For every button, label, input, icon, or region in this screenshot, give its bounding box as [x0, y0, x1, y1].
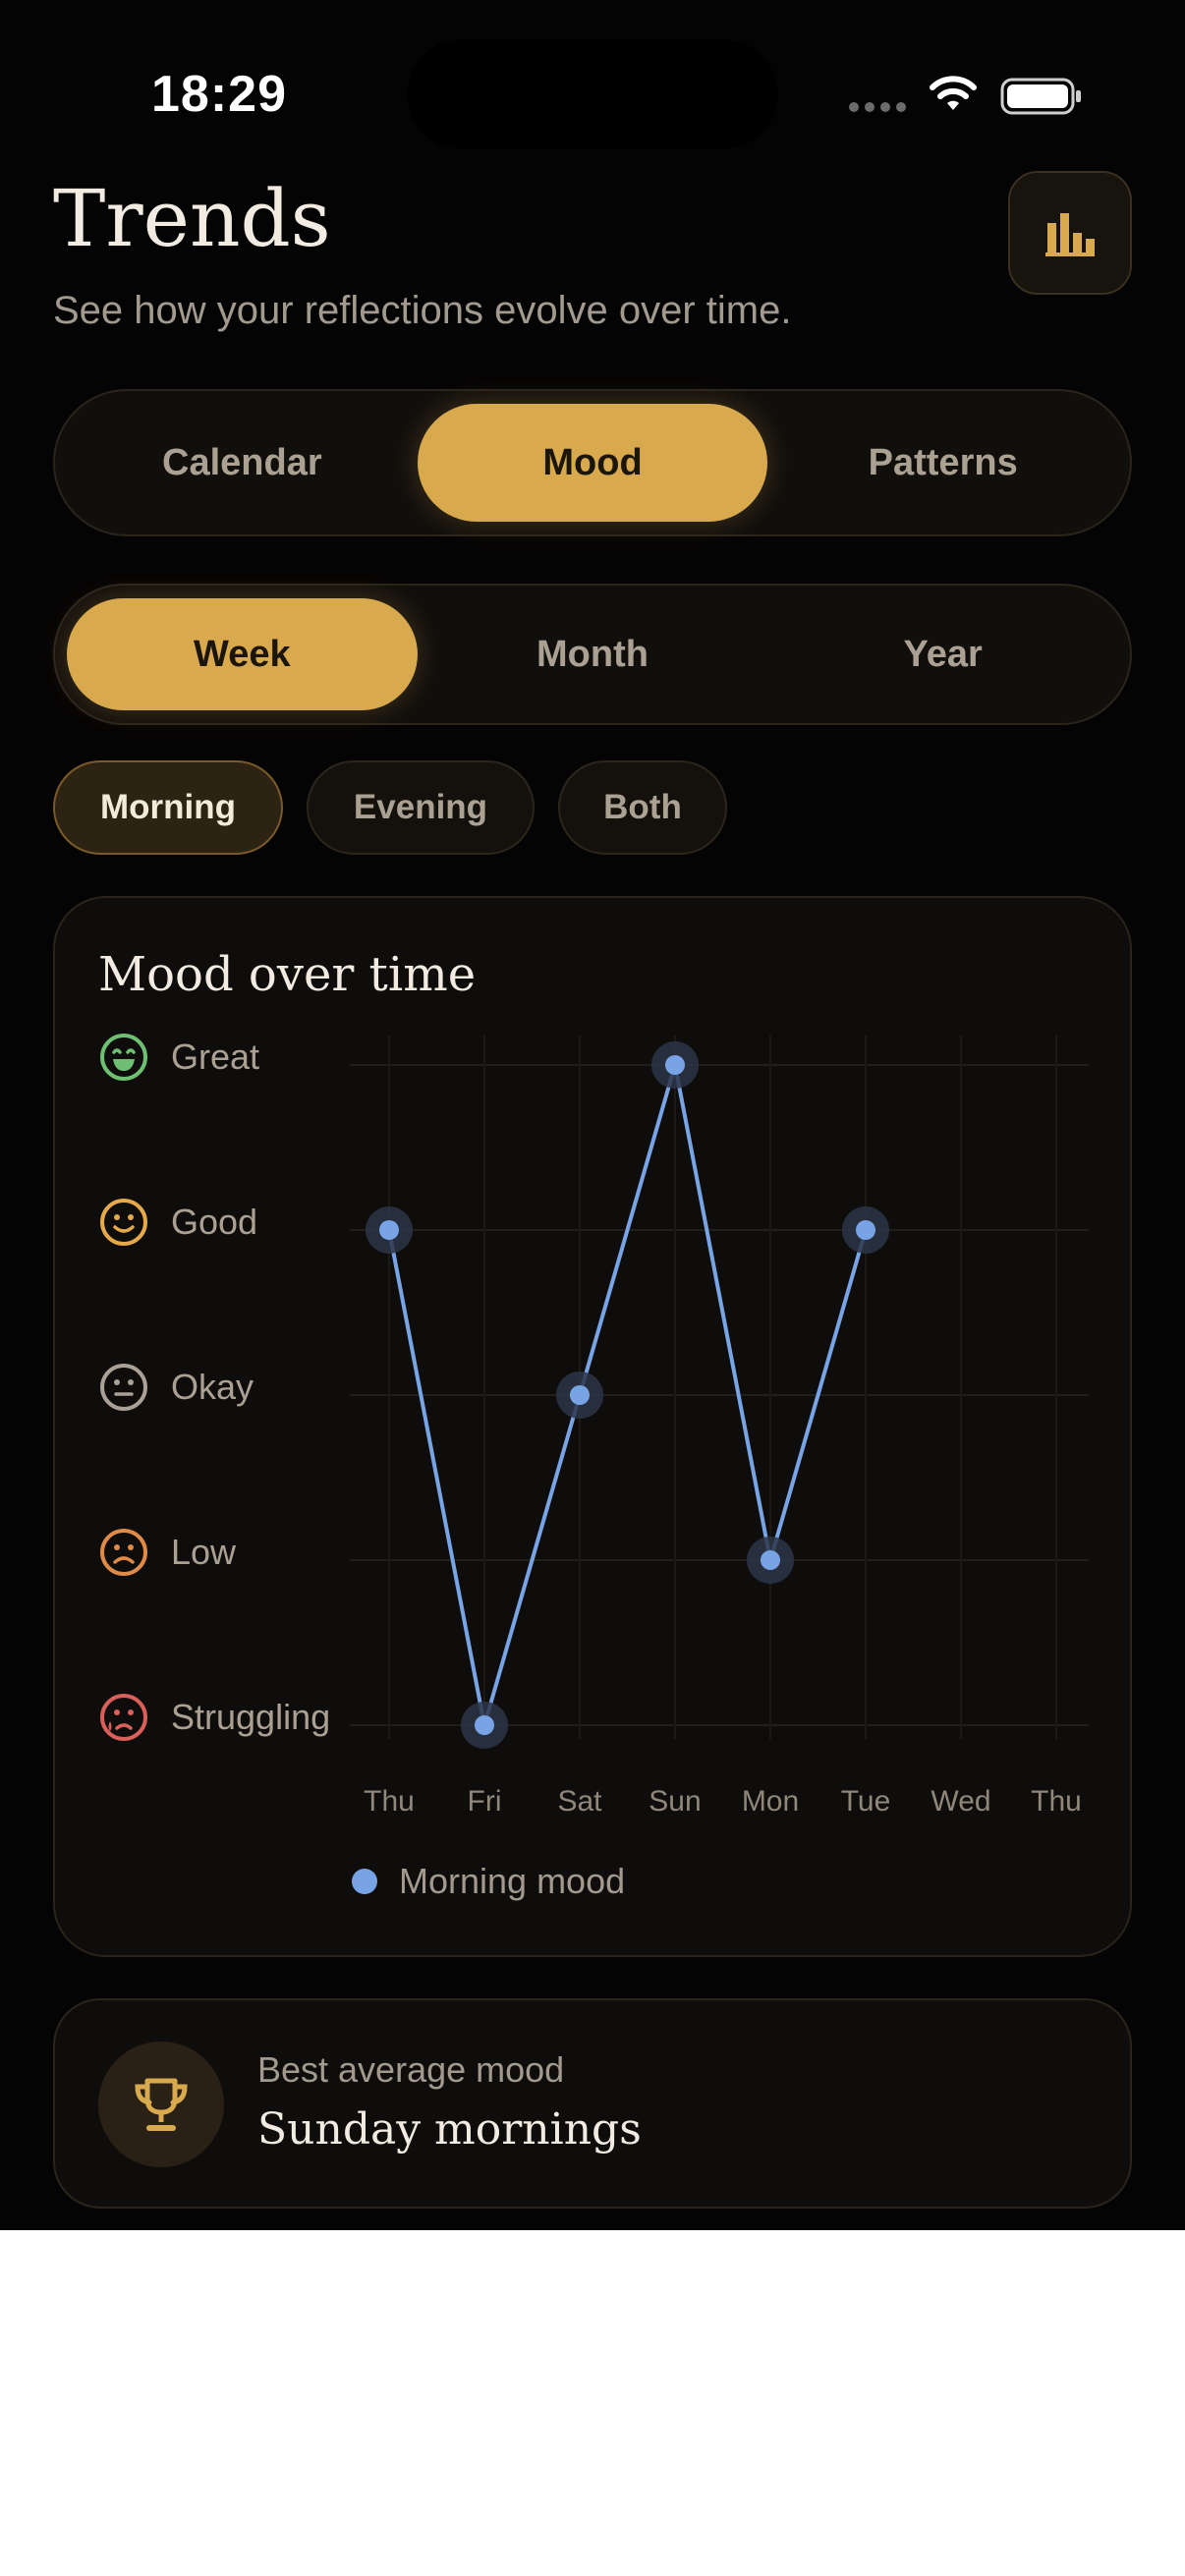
bar-chart-icon [1045, 213, 1095, 256]
x-tick-label: Fri [468, 1785, 502, 1818]
chip-morning[interactable]: Morning [53, 760, 283, 855]
mood-line-chart: Thu Fri Sat Sun Mon Tue Wed Thu [350, 1036, 1089, 1818]
x-tick-label: Mon [742, 1785, 799, 1818]
insight-value: Sunday mornings [257, 2104, 642, 2155]
stats-button[interactable] [1008, 171, 1132, 295]
x-tick-label: Wed [931, 1785, 990, 1818]
chip-both[interactable]: Both [558, 760, 727, 855]
mood-chart-card: Mood over time Great Good Okay Low Strug… [53, 896, 1132, 1957]
data-point [475, 1715, 494, 1735]
screen: 18:29 Trends See how your reflections ev… [0, 0, 1185, 2230]
cellular-signal-icon [849, 102, 906, 112]
legend-label: Morning mood [399, 1861, 626, 1901]
insight-label: Best average mood [257, 2049, 565, 2090]
trophy-badge [98, 2042, 224, 2167]
legend-marker [352, 1869, 377, 1894]
x-tick-label: Thu [1031, 1785, 1082, 1818]
dynamic-island [407, 39, 778, 149]
trophy-icon [135, 2078, 188, 2131]
x-tick-label: Thu [364, 1785, 415, 1818]
range-month[interactable]: Month [418, 598, 768, 710]
x-tick-label: Tue [841, 1785, 891, 1818]
page-title: Trends [53, 173, 331, 264]
view-segmented-control: Calendar Mood Patterns [53, 389, 1132, 536]
x-tick-label: Sun [649, 1785, 701, 1818]
range-week[interactable]: Week [67, 598, 418, 710]
data-point [761, 1550, 780, 1570]
status-time: 18:29 [151, 66, 287, 123]
chart-legend: Morning mood [352, 1861, 625, 1902]
data-point [379, 1220, 399, 1240]
wifi-icon [930, 76, 977, 110]
tab-calendar[interactable]: Calendar [67, 404, 418, 522]
tab-mood[interactable]: Mood [417, 404, 768, 522]
chip-evening[interactable]: Evening [307, 760, 535, 855]
best-mood-insight-card: Best average mood Sunday mornings [53, 1998, 1132, 2209]
data-point [570, 1385, 590, 1405]
x-tick-label: Sat [557, 1785, 602, 1818]
data-point [665, 1055, 685, 1075]
page-subtitle: See how your reflections evolve over tim… [53, 289, 792, 332]
tab-patterns[interactable]: Patterns [767, 404, 1118, 522]
data-point [856, 1220, 875, 1240]
battery-icon [1000, 78, 1081, 115]
range-segmented-control: Week Month Year [53, 584, 1132, 725]
range-year[interactable]: Year [767, 598, 1118, 710]
